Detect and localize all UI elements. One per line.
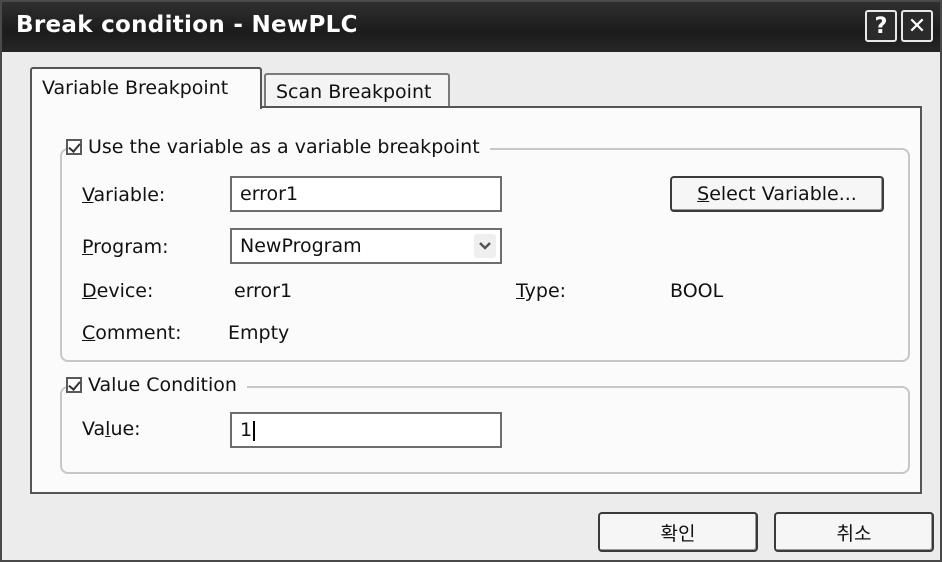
variable-breakpoint-group: Use the variable as a variable breakpoin…: [60, 136, 910, 362]
use-variable-label: Use the variable as a variable breakpoin…: [88, 136, 480, 158]
value-input-text: 1: [240, 419, 253, 441]
help-icon: ?: [874, 13, 888, 39]
text-caret: [253, 420, 256, 441]
tab-scan-breakpoint[interactable]: Scan Breakpoint: [264, 73, 450, 109]
title-bar[interactable]: Break condition - NewPLC ? ✕: [2, 2, 940, 52]
tab-label: Variable Breakpoint: [42, 77, 229, 99]
value-input[interactable]: 1: [230, 412, 502, 448]
ok-button[interactable]: 확인: [598, 512, 758, 552]
tab-variable-breakpoint[interactable]: Variable Breakpoint: [30, 67, 262, 109]
comment-label: Comment:: [82, 322, 182, 344]
program-label: Program:: [82, 236, 169, 258]
cancel-label: 취소: [836, 522, 872, 545]
program-select-value: NewProgram: [240, 235, 362, 257]
device-value: error1: [234, 280, 293, 302]
value-condition-checkbox[interactable]: [66, 377, 82, 393]
help-button[interactable]: ?: [865, 10, 897, 42]
tab-panel-variable-breakpoint: Use the variable as a variable breakpoin…: [30, 106, 922, 494]
window-title: Break condition - NewPLC: [16, 12, 358, 38]
value-condition-group: Value Condition Value: 1: [60, 374, 910, 474]
break-condition-dialog: Break condition - NewPLC ? ✕ Variable Br…: [0, 0, 942, 562]
tab-label: Scan Breakpoint: [276, 81, 432, 103]
select-variable-button[interactable]: Select Variable...: [670, 176, 884, 212]
variable-input-value: error1: [240, 183, 299, 205]
close-button[interactable]: ✕: [901, 10, 933, 42]
close-icon: ✕: [907, 13, 927, 39]
device-label: Device:: [82, 280, 154, 302]
type-label: Type:: [516, 280, 567, 302]
chevron-down-icon[interactable]: [474, 234, 496, 258]
value-condition-checkbox-row[interactable]: Value Condition: [66, 374, 247, 396]
cancel-button[interactable]: 취소: [774, 512, 934, 552]
value-condition-label: Value Condition: [88, 374, 237, 396]
value-label: Value:: [82, 418, 141, 440]
variable-label: Variable:: [82, 184, 166, 206]
type-value: BOOL: [670, 280, 724, 302]
select-variable-label: Select Variable...: [697, 183, 857, 205]
ok-label: 확인: [660, 522, 696, 545]
comment-value: Empty: [228, 322, 290, 344]
use-variable-checkbox[interactable]: [66, 139, 82, 155]
use-variable-checkbox-row[interactable]: Use the variable as a variable breakpoin…: [66, 136, 490, 158]
variable-input[interactable]: error1: [230, 176, 502, 212]
program-select[interactable]: NewProgram: [230, 228, 502, 264]
